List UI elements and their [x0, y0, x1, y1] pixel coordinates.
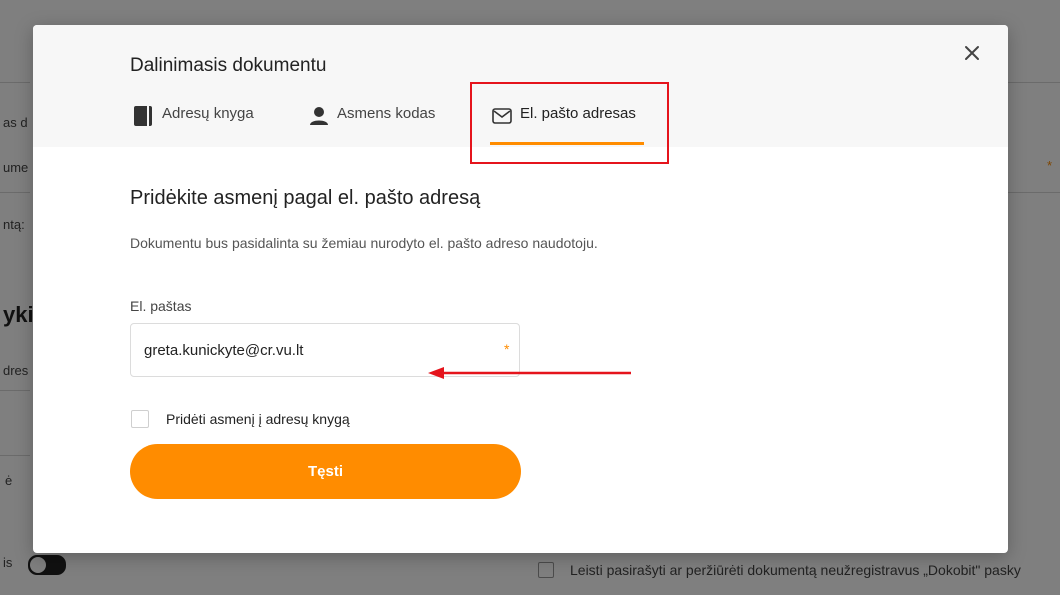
tab-label: Adresų knyga: [162, 105, 254, 122]
tab-address-book[interactable]: Adresų knyga: [134, 105, 254, 147]
add-to-address-book-checkbox[interactable]: [131, 410, 149, 428]
annotation-arrow: [428, 367, 631, 379]
checkbox-label: Pridėti asmenį į adresų knygą: [166, 411, 350, 427]
share-document-modal: Dalinimasis dokumentu Adresų knyga Asmen…: [33, 25, 1008, 553]
continue-button[interactable]: Tęsti: [130, 444, 521, 499]
close-button[interactable]: [960, 41, 984, 65]
email-field-label: El. paštas: [130, 298, 192, 314]
section-description: Dokumentu bus pasidalinta su žemiau nuro…: [130, 235, 598, 251]
tab-personal-code[interactable]: Asmens kodas: [309, 105, 435, 147]
annotation-highlight-box: [470, 82, 669, 164]
book-icon: [134, 106, 154, 126]
tab-label: Asmens kodas: [337, 105, 436, 122]
modal-title: Dalinimasis dokumentu: [130, 55, 327, 76]
person-icon: [309, 106, 329, 126]
add-to-address-book-option[interactable]: Pridėti asmenį į adresų knygą: [131, 410, 350, 428]
section-title: Pridėkite asmenį pagal el. pašto adresą: [130, 187, 481, 209]
required-mark: *: [504, 341, 510, 357]
close-icon[interactable]: [960, 41, 984, 65]
